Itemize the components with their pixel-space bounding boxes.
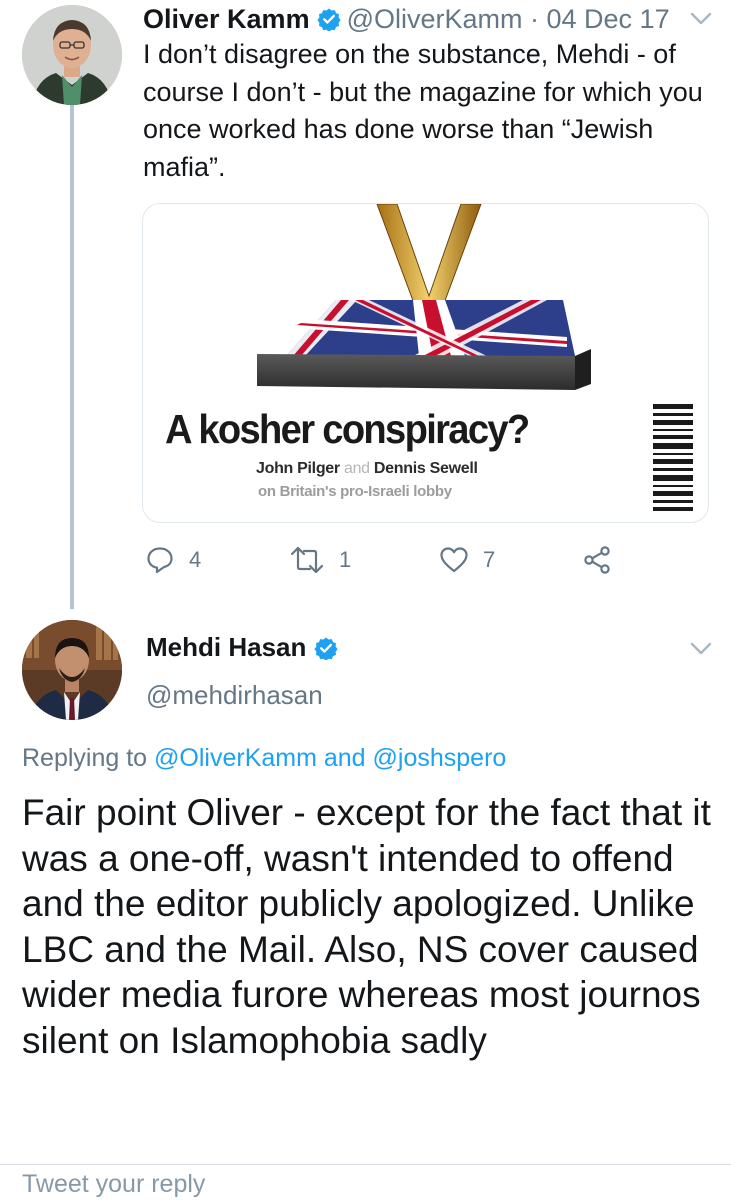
cover-headline: A kosher conspiracy? bbox=[165, 406, 530, 452]
share-icon bbox=[584, 546, 610, 574]
cover-byline-author-2: Dennis Sewell bbox=[373, 460, 478, 477]
tweet1-author-handle[interactable]: @OliverKamm bbox=[347, 4, 523, 35]
avatar-oliver-kamm[interactable] bbox=[22, 5, 122, 105]
reply-action[interactable]: 4 bbox=[145, 540, 201, 580]
cover-subline: on Britain's pro-Israeli lobby bbox=[258, 483, 452, 500]
avatar-mehdi-hasan[interactable] bbox=[22, 620, 122, 720]
chevron-down-icon[interactable] bbox=[690, 642, 712, 656]
reply-count: 4 bbox=[189, 547, 202, 572]
chevron-down-icon[interactable] bbox=[690, 12, 712, 26]
replying-prefix: Replying to bbox=[22, 744, 155, 772]
tweet2-author[interactable]: Mehdi Hasan bbox=[146, 632, 344, 663]
thread-line bbox=[70, 104, 74, 609]
like-action[interactable]: 7 bbox=[439, 540, 495, 580]
tweet1-separator: · bbox=[522, 3, 547, 34]
tweet1-header: Oliver Kamm @OliverKamm · 04 Dec 17 bbox=[143, 2, 713, 36]
retweet-icon bbox=[290, 546, 324, 574]
verified-badge-icon bbox=[314, 637, 338, 660]
reply-input[interactable]: Tweet your reply bbox=[22, 1170, 205, 1199]
mention-link-1[interactable]: @OliverKamm bbox=[154, 744, 317, 772]
cover-byline-and: and bbox=[339, 460, 374, 477]
mention-link-2[interactable]: @joshspero bbox=[373, 744, 507, 772]
tweet1-text: I don’t disagree on the substance, Mehdi… bbox=[143, 39, 703, 182]
retweet-action[interactable]: 1 bbox=[289, 540, 351, 580]
replying-to: Replying to @OliverKamm and @joshspero bbox=[22, 744, 506, 773]
like-count: 7 bbox=[483, 547, 496, 572]
tweet2-text: Fair point Oliver - except for the fact … bbox=[22, 792, 711, 1061]
heart-icon bbox=[440, 547, 468, 573]
retweet-count: 1 bbox=[339, 547, 352, 572]
tweet1-author-name[interactable]: Oliver Kamm bbox=[143, 4, 310, 35]
tweet2-author-name[interactable]: Mehdi Hasan bbox=[146, 632, 306, 663]
reply-icon bbox=[147, 547, 173, 574]
cover-byline: John Pilger and Dennis Sewell bbox=[256, 460, 478, 478]
share-action[interactable] bbox=[583, 540, 613, 580]
tweet2-author-handle[interactable]: @mehdirhasan bbox=[146, 680, 323, 711]
mention-and[interactable]: and bbox=[317, 744, 373, 772]
cover-byline-author-1: John Pilger bbox=[256, 460, 340, 477]
tweet1-date[interactable]: 04 Dec 17 bbox=[547, 4, 670, 35]
verified-badge-icon bbox=[316, 8, 341, 31]
tweet1-media-image[interactable]: A kosher conspiracy? John Pilger and Den… bbox=[142, 203, 709, 523]
